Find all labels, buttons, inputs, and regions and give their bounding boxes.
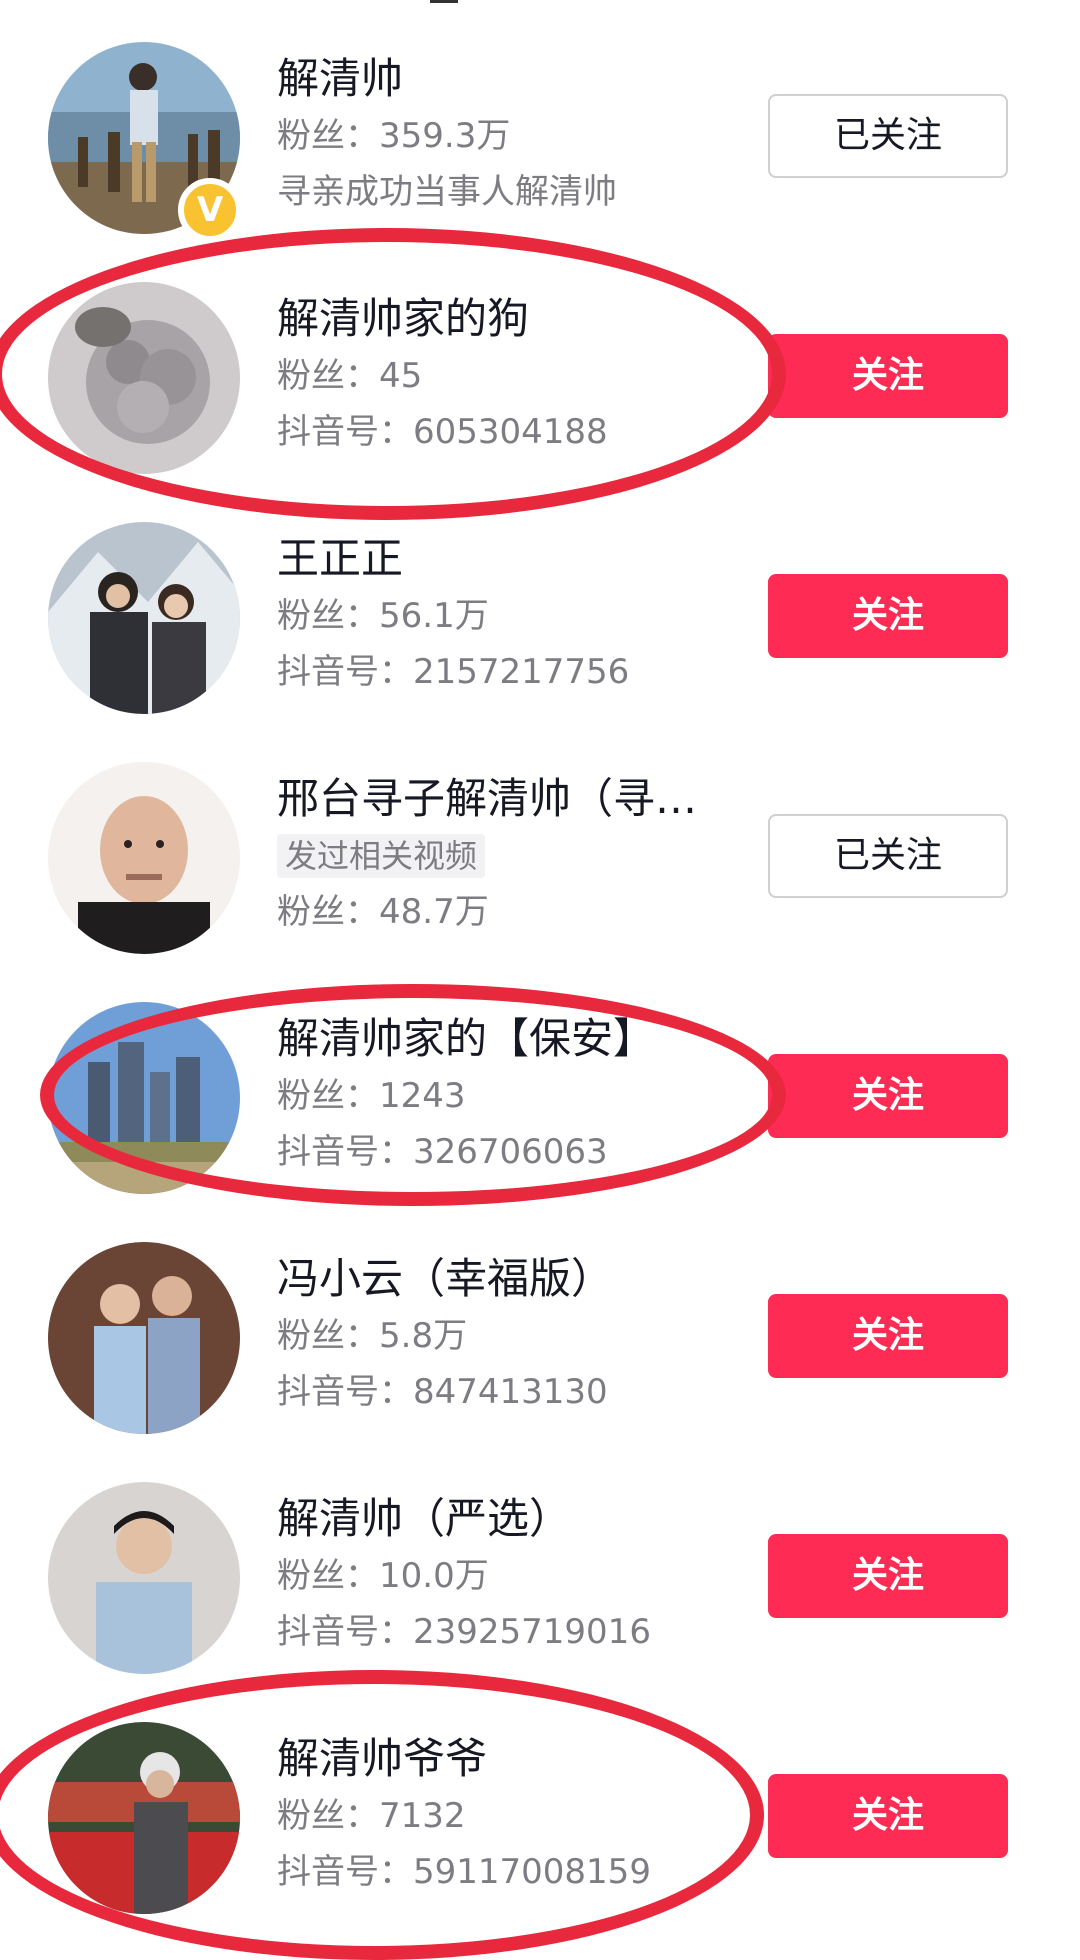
fans-label: 粉丝：	[277, 892, 379, 932]
user-row[interactable]: 解清帅（严选） 粉丝：10.0万 抖音号：23925719016 关注	[0, 1458, 1080, 1698]
fans-count: 粉丝：10.0万	[277, 1548, 747, 1604]
avatar-photo-couple-snow	[48, 522, 240, 714]
fans-value: 45	[379, 356, 423, 396]
user-name[interactable]: 邢台寻子解清帅（寻…	[277, 770, 747, 828]
user-row[interactable]: V 解清帅 粉丝：359.3万 寻亲成功当事人解清帅 已关注	[0, 18, 1080, 258]
follow-button[interactable]: 关注	[768, 1294, 1008, 1378]
douyin-id-label: 抖音号：	[277, 412, 413, 452]
user-name[interactable]: 冯小云（幸福版）	[277, 1250, 747, 1308]
fans-count: 粉丝：1243	[277, 1068, 747, 1124]
douyin-id: 抖音号：847413130	[277, 1364, 747, 1420]
user-info: 解清帅家的狗 粉丝：45 抖音号：605304188	[277, 290, 747, 460]
douyin-id-value: 605304188	[413, 412, 608, 452]
user-avatar[interactable]	[48, 1482, 240, 1674]
fans-count: 粉丝：7132	[277, 1788, 747, 1844]
user-name[interactable]: 解清帅家的狗	[277, 290, 747, 348]
fans-value: 1243	[379, 1076, 466, 1116]
douyin-id-value: 847413130	[413, 1372, 608, 1412]
user-avatar[interactable]	[48, 1242, 240, 1434]
follow-button[interactable]: 关注	[768, 1774, 1008, 1858]
following-button[interactable]: 已关注	[768, 94, 1008, 178]
user-avatar[interactable]	[48, 1722, 240, 1914]
avatar-photo-elder-flowers	[48, 1722, 240, 1914]
fans-label: 粉丝：	[277, 1556, 379, 1596]
avatar-photo-puppy	[48, 282, 240, 474]
user-name[interactable]: 王正正	[277, 530, 747, 588]
fans-label: 粉丝：	[277, 1316, 379, 1356]
user-row[interactable]: 王正正 粉丝：56.1万 抖音号：2157217756 关注	[0, 498, 1080, 738]
fans-value: 56.1万	[379, 596, 489, 636]
fans-value: 5.8万	[379, 1316, 468, 1356]
user-name[interactable]: 解清帅	[277, 50, 747, 108]
douyin-id-label: 抖音号：	[277, 1132, 413, 1172]
user-search-results: V 解清帅 粉丝：359.3万 寻亲成功当事人解清帅 已关注 解清帅家的狗 粉丝…	[0, 0, 1080, 1920]
user-name[interactable]: 解清帅（严选）	[277, 1490, 747, 1548]
fans-label: 粉丝：	[277, 1076, 379, 1116]
user-info: 邢台寻子解清帅（寻… 发过相关视频 粉丝：48.7万	[277, 770, 747, 940]
fans-count: 粉丝：45	[277, 348, 747, 404]
fans-count: 粉丝：5.8万	[277, 1308, 747, 1364]
fans-label: 粉丝：	[277, 596, 379, 636]
tag-line: 发过相关视频	[277, 828, 747, 884]
user-info: 解清帅（严选） 粉丝：10.0万 抖音号：23925719016	[277, 1490, 747, 1660]
douyin-id-value: 59117008159	[413, 1852, 651, 1892]
user-subtitle: 寻亲成功当事人解清帅	[277, 172, 617, 212]
fans-count: 粉丝：48.7万	[277, 884, 747, 940]
fans-label: 粉丝：	[277, 1796, 379, 1836]
user-row[interactable]: 解清帅爷爷 粉丝：7132 抖音号：59117008159 关注	[0, 1698, 1080, 1938]
douyin-id: 抖音号：605304188	[277, 404, 747, 460]
follow-button[interactable]: 关注	[768, 1534, 1008, 1618]
follow-button[interactable]: 关注	[768, 574, 1008, 658]
user-info: 解清帅爷爷 粉丝：7132 抖音号：59117008159	[277, 1730, 747, 1900]
fans-count: 粉丝：56.1万	[277, 588, 747, 644]
follow-button[interactable]: 关注	[768, 1054, 1008, 1138]
user-row[interactable]: 冯小云（幸福版） 粉丝：5.8万 抖音号：847413130 关注	[0, 1218, 1080, 1458]
user-name[interactable]: 解清帅爷爷	[277, 1730, 747, 1788]
user-info: 冯小云（幸福版） 粉丝：5.8万 抖音号：847413130	[277, 1250, 747, 1420]
fans-value: 10.0万	[379, 1556, 489, 1596]
douyin-id: 抖音号：2157217756	[277, 644, 747, 700]
user-row[interactable]: 邢台寻子解清帅（寻… 发过相关视频 粉丝：48.7万 已关注	[0, 738, 1080, 978]
douyin-id-label: 抖音号：	[277, 1612, 413, 1652]
related-video-tag: 发过相关视频	[277, 834, 486, 878]
user-row[interactable]: 解清帅家的狗 粉丝：45 抖音号：605304188 关注	[0, 258, 1080, 498]
avatar-photo-young-man	[48, 1482, 240, 1674]
avatar-photo-family	[48, 1242, 240, 1434]
avatar-photo-city-skyline	[48, 1002, 240, 1194]
user-avatar[interactable]	[48, 522, 240, 714]
user-avatar[interactable]	[48, 762, 240, 954]
fans-value: 359.3万	[379, 116, 511, 156]
user-avatar[interactable]	[48, 1002, 240, 1194]
avatar-photo-portrait-man	[48, 762, 240, 954]
user-info: 解清帅 粉丝：359.3万 寻亲成功当事人解清帅	[277, 50, 747, 220]
follow-button[interactable]: 关注	[768, 334, 1008, 418]
user-avatar[interactable]	[48, 282, 240, 474]
user-info: 解清帅家的【保安】 粉丝：1243 抖音号：326706063	[277, 1010, 747, 1180]
douyin-id-label: 抖音号：	[277, 1372, 413, 1412]
fans-count: 粉丝：359.3万	[277, 108, 747, 164]
user-row[interactable]: 解清帅家的【保安】 粉丝：1243 抖音号：326706063 关注	[0, 978, 1080, 1218]
user-name[interactable]: 解清帅家的【保安】	[277, 1010, 747, 1068]
douyin-id-label: 抖音号：	[277, 1852, 413, 1892]
douyin-id: 抖音号：23925719016	[277, 1604, 747, 1660]
douyin-id: 抖音号：326706063	[277, 1124, 747, 1180]
douyin-id-value: 2157217756	[413, 652, 630, 692]
following-button[interactable]: 已关注	[768, 814, 1008, 898]
douyin-id: 抖音号：59117008159	[277, 1844, 747, 1900]
douyin-id-value: 326706063	[413, 1132, 608, 1172]
fans-label: 粉丝：	[277, 116, 379, 156]
user-info: 王正正 粉丝：56.1万 抖音号：2157217756	[277, 530, 747, 700]
verified-v-icon: V	[178, 178, 242, 242]
fans-label: 粉丝：	[277, 356, 379, 396]
douyin-id-label: 抖音号：	[277, 652, 413, 692]
douyin-id-value: 23925719016	[413, 1612, 651, 1652]
fans-value: 7132	[379, 1796, 466, 1836]
fans-value: 48.7万	[379, 892, 489, 932]
